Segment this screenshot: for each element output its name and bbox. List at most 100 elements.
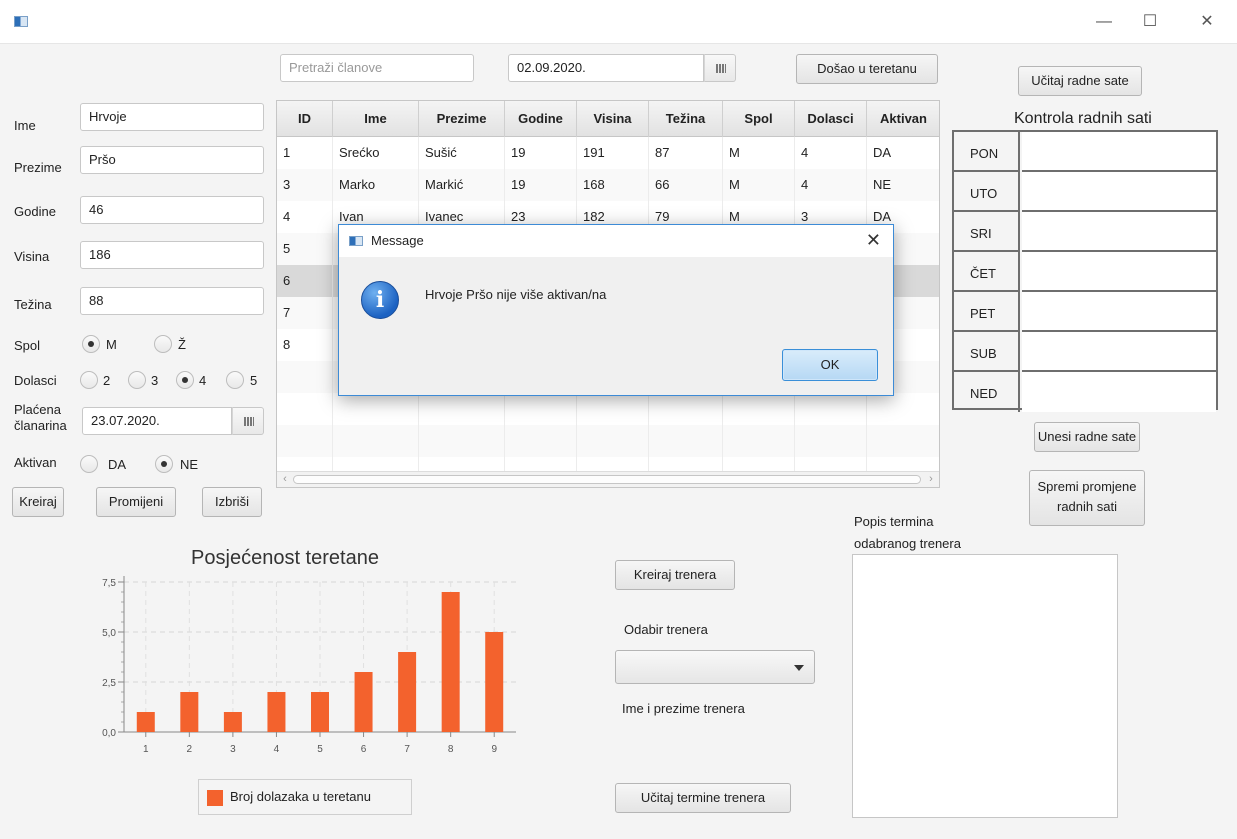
calendar-icon[interactable] xyxy=(232,407,264,435)
ucitaj-radne-sate-button[interactable]: Učitaj radne sate xyxy=(1018,66,1142,96)
spremi-label-line1: Spremi promjene xyxy=(1037,479,1137,494)
x-tick-label: 3 xyxy=(230,744,236,755)
table-cell xyxy=(795,425,867,457)
table-cell: Sušić xyxy=(419,137,505,169)
column-header[interactable]: ID xyxy=(277,101,333,137)
dialog-message: Hrvoje Pršo nije više aktivan/na xyxy=(425,287,607,302)
legend-label: Broj dolazaka u teretanu xyxy=(230,789,371,804)
dolasci-option-5: 5 xyxy=(250,373,258,388)
app-icon xyxy=(349,236,363,246)
column-header[interactable]: Prezime xyxy=(419,101,505,137)
godine-field[interactable]: 46 xyxy=(80,196,264,224)
table-cell xyxy=(277,393,333,425)
table-cell xyxy=(277,361,333,393)
x-tick-label: 2 xyxy=(187,744,193,755)
column-header[interactable]: Aktivan xyxy=(867,101,939,137)
trainer-select[interactable] xyxy=(615,650,815,684)
column-header[interactable]: Ime xyxy=(333,101,419,137)
y-tick-label: 7,5 xyxy=(102,578,116,589)
aktivan-radio-ne[interactable] xyxy=(155,455,173,473)
dialog-title: Message xyxy=(371,233,424,248)
column-header[interactable]: Visina xyxy=(577,101,649,137)
column-header[interactable]: Dolasci xyxy=(795,101,867,137)
table-row[interactable]: 3 Marko Markić 19 168 66 M 4 NE xyxy=(277,169,939,201)
chart-bar xyxy=(354,672,373,732)
scroll-left-icon[interactable]: ‹ xyxy=(277,472,293,487)
ok-button[interactable]: OK xyxy=(782,349,878,381)
ucitaj-termine-button[interactable]: Učitaj termine trenera xyxy=(615,783,791,813)
termini-list[interactable] xyxy=(852,554,1118,818)
chart-title: Posjećenost teretane xyxy=(191,547,379,569)
kreiraj-trenera-button[interactable]: Kreiraj trenera xyxy=(615,560,735,590)
unesi-radne-sate-button[interactable]: Unesi radne sate xyxy=(1034,422,1140,452)
table-cell: 66 xyxy=(649,169,723,201)
column-header[interactable]: Spol xyxy=(723,101,795,137)
kreiraj-button[interactable]: Kreiraj xyxy=(12,487,64,517)
dolasci-radio-5[interactable] xyxy=(226,371,244,389)
spol-option-z: Ž xyxy=(178,337,186,352)
ime-field[interactable]: Hrvoje xyxy=(80,103,264,131)
aktivan-option-ne: NE xyxy=(180,457,199,472)
hours-input[interactable] xyxy=(1022,212,1216,252)
spol-radio-z[interactable] xyxy=(154,335,172,353)
hours-input[interactable] xyxy=(1022,372,1216,412)
table-cell xyxy=(723,393,795,425)
close-icon[interactable]: ✕ xyxy=(866,230,881,251)
hours-input[interactable] xyxy=(1022,292,1216,332)
dolasci-radio-4[interactable] xyxy=(176,371,194,389)
table-cell xyxy=(649,393,723,425)
izbrisi-button[interactable]: Izbriši xyxy=(202,487,262,517)
spol-label: Spol xyxy=(14,338,41,353)
calendar-icon[interactable] xyxy=(704,54,736,82)
dosao-button[interactable]: Došao u teretanu xyxy=(796,54,938,84)
promijeni-button[interactable]: Promijeni xyxy=(96,487,176,517)
dolasci-radio-2[interactable] xyxy=(80,371,98,389)
tezina-label: Težina xyxy=(14,297,52,312)
column-header[interactable]: Težina xyxy=(649,101,723,137)
table-cell xyxy=(505,393,577,425)
column-header[interactable]: Godine xyxy=(505,101,577,137)
hours-row: PET xyxy=(954,292,1216,332)
hours-title: Kontrola radnih sati xyxy=(1014,110,1152,127)
dolasci-option-2: 2 xyxy=(103,373,111,388)
hours-row: SRI xyxy=(954,212,1216,252)
date-field[interactable]: 02.09.2020. xyxy=(508,54,704,82)
placena-date-field[interactable]: 23.07.2020. xyxy=(82,407,232,435)
popis-label-line1: Popis termina xyxy=(854,514,934,529)
spremi-promjene-button[interactable]: Spremi promjene radnih sati xyxy=(1029,470,1145,526)
scroll-right-icon[interactable]: › xyxy=(923,472,939,487)
close-icon[interactable]: ✕ xyxy=(1197,12,1217,32)
search-input[interactable]: Pretraži članove xyxy=(280,54,474,82)
prezime-field[interactable]: Pršo xyxy=(80,146,264,174)
tezina-field[interactable]: 88 xyxy=(80,287,264,315)
maximize-icon[interactable]: ☐ xyxy=(1140,12,1160,32)
hours-input[interactable] xyxy=(1022,172,1216,212)
minimize-icon[interactable]: — xyxy=(1094,12,1114,32)
horizontal-scrollbar[interactable]: ‹ › xyxy=(277,471,939,487)
table-row[interactable] xyxy=(277,425,939,457)
ime-label: Ime xyxy=(14,118,36,133)
info-icon: i xyxy=(361,281,399,319)
chart-bar xyxy=(136,712,155,732)
hours-input[interactable] xyxy=(1022,252,1216,292)
hours-input[interactable] xyxy=(1022,132,1216,172)
dolasci-radio-3[interactable] xyxy=(128,371,146,389)
x-tick-label: 5 xyxy=(317,744,323,755)
spol-radio-m[interactable] xyxy=(82,335,100,353)
table-cell: NE xyxy=(867,169,939,201)
table-row[interactable]: 1 Srećko Sušić 19 191 87 M 4 DA xyxy=(277,137,939,169)
chart-bar xyxy=(441,592,460,732)
table-cell: M xyxy=(723,137,795,169)
aktivan-radio-da[interactable] xyxy=(80,455,98,473)
hours-input[interactable] xyxy=(1022,332,1216,372)
table-row[interactable] xyxy=(277,393,939,425)
hours-row: PON xyxy=(954,132,1216,172)
hours-day-label: PON xyxy=(954,132,1020,172)
table-cell xyxy=(333,425,419,457)
chart-bar xyxy=(267,692,286,732)
table-cell xyxy=(419,393,505,425)
hours-row: ČET xyxy=(954,252,1216,292)
scrollbar-thumb[interactable] xyxy=(293,475,921,484)
placena-label-line2: članarina xyxy=(14,418,67,433)
visina-field[interactable]: 186 xyxy=(80,241,264,269)
